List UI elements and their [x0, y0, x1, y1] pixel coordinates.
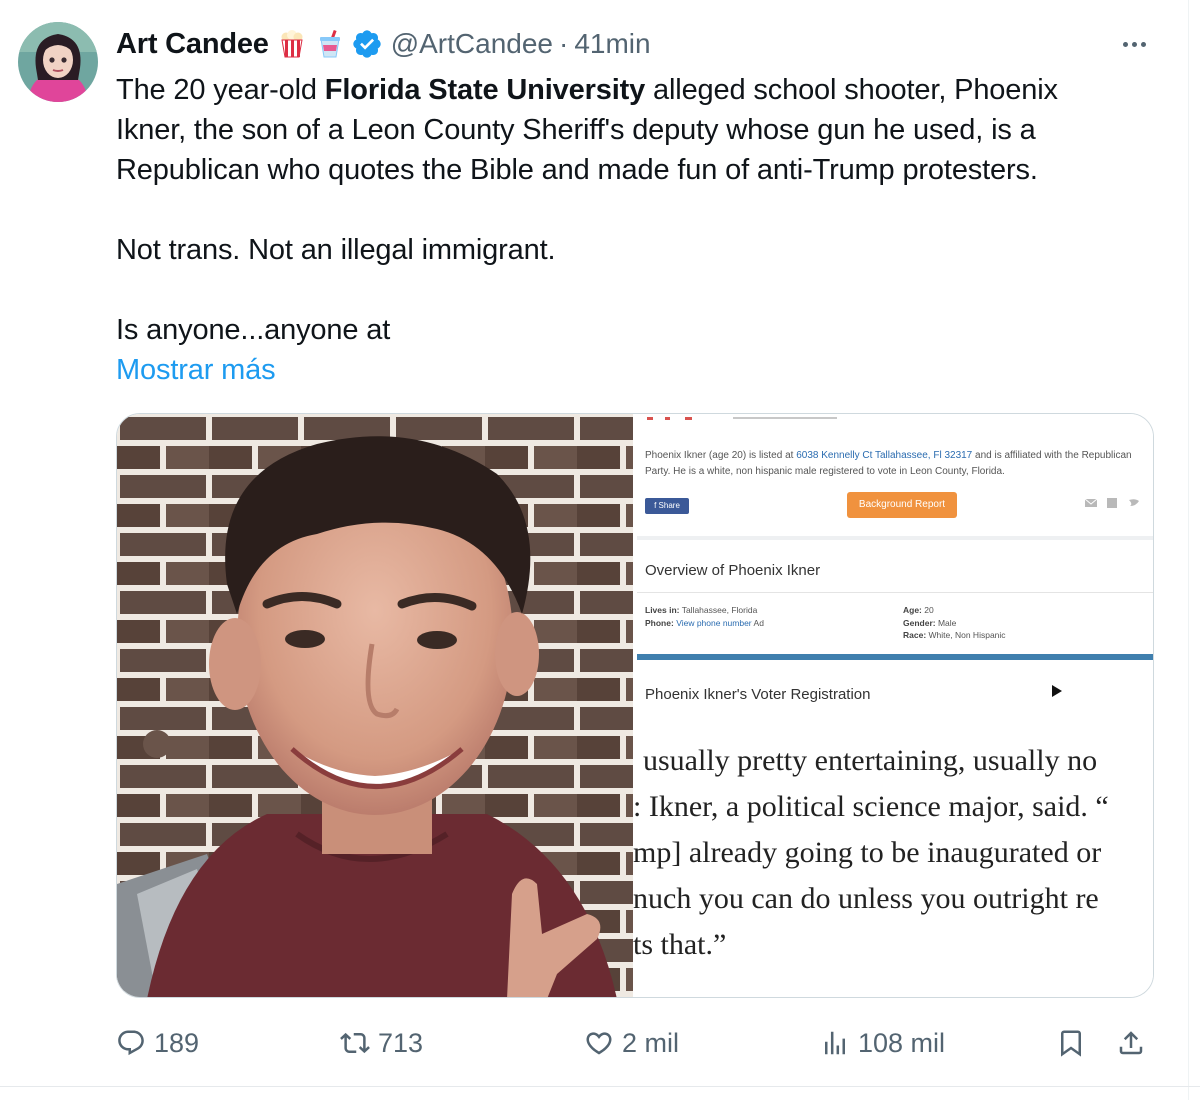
tweet-line-2: Ikner, the son of a Leon County Sheriff'… — [116, 114, 1036, 146]
share-button[interactable] — [1116, 1022, 1146, 1064]
quote-line: nuch you can do unless you outright re — [633, 882, 1099, 915]
repost-count: 713 — [378, 1027, 424, 1058]
show-more-link[interactable]: Mostrar más — [116, 350, 1156, 390]
tweet-line-3: Republican who quotes the Bible and made… — [116, 154, 1038, 186]
avatar[interactable] — [18, 22, 98, 102]
facts-right: Age: 20 Gender: Male Race: White, Non Hi… — [903, 605, 1006, 640]
tweet-header: Art Candee @ArtCandee · 41min — [116, 24, 651, 64]
reply-icon — [118, 1030, 144, 1056]
document-header-strip — [633, 414, 1153, 424]
quote-line: mp] already going to be inaugurated or — [633, 836, 1102, 869]
quote-line: : Ikner, a political science major, said… — [633, 790, 1109, 823]
bookmark-button[interactable] — [1056, 1022, 1086, 1064]
voter-intro-text: Phoenix Ikner (age 20) is listed at 6038… — [645, 450, 1132, 477]
verified-badge-icon[interactable] — [351, 28, 383, 60]
overview-heading: Overview of Phoenix Ikner — [645, 562, 821, 579]
tweet-line-5: Is anyone...anyone at — [116, 314, 391, 346]
tweet-line-4: Not trans. Not an illegal immigrant. — [116, 234, 556, 266]
author-display-name[interactable]: Art Candee — [116, 28, 269, 61]
heart-icon — [586, 1032, 612, 1055]
like-count: 2 mil — [622, 1027, 680, 1058]
quote-line: ts that.” — [633, 928, 727, 961]
social-share-icons — [1084, 496, 1149, 510]
views-chart-icon — [825, 1031, 845, 1055]
separator-dot: · — [559, 28, 569, 59]
author-handle[interactable]: @ArtCandee — [391, 28, 553, 60]
article-quote: usually pretty entertaining, usually no … — [633, 738, 1153, 968]
media-photo[interactable] — [117, 414, 633, 997]
tweet-text: The 20 year-old Florida State University… — [116, 70, 1156, 390]
share-icon — [1119, 1031, 1143, 1055]
popcorn-emoji-icon — [277, 29, 307, 59]
tweet-card[interactable]: Art Candee @ArtCandee · 41min The 20 yea… — [0, 0, 1200, 1100]
facts-left: Lives in: Tallahassee, Florida Phone: Vi… — [645, 605, 764, 628]
repost-button[interactable]: 713 — [340, 1022, 423, 1064]
timestamp[interactable]: 41min — [574, 28, 650, 60]
media-attachment[interactable]: Phoenix Ikner (age 20) is listed at 6038… — [116, 413, 1154, 998]
repost-icon — [340, 1032, 370, 1054]
views-count: 108 mil — [858, 1027, 946, 1058]
views-button[interactable]: 108 mil — [820, 1022, 945, 1064]
bookmark-icon — [1061, 1030, 1081, 1057]
reply-count: 189 — [154, 1027, 200, 1058]
reply-button[interactable]: 189 — [116, 1022, 199, 1064]
cup-with-straw-icon — [315, 29, 345, 59]
tweet-actions: 189 713 2 mil 108 mil — [116, 1022, 1156, 1064]
media-document-screenshot: Phoenix Ikner (age 20) is listed at 6038… — [633, 414, 1153, 997]
like-button[interactable]: 2 mil — [584, 1022, 679, 1064]
quote-line: usually pretty entertaining, usually no — [643, 744, 1098, 777]
more-options-icon[interactable] — [1114, 30, 1154, 58]
background-report-button: Background Report — [847, 492, 957, 518]
facebook-share-button: f Share — [645, 498, 689, 514]
voter-registration-heading: Phoenix Ikner's Voter Registration — [645, 686, 871, 703]
mouse-cursor-icon — [1051, 684, 1063, 698]
tweet-line-1: The 20 year-old Florida State University… — [116, 74, 1058, 106]
